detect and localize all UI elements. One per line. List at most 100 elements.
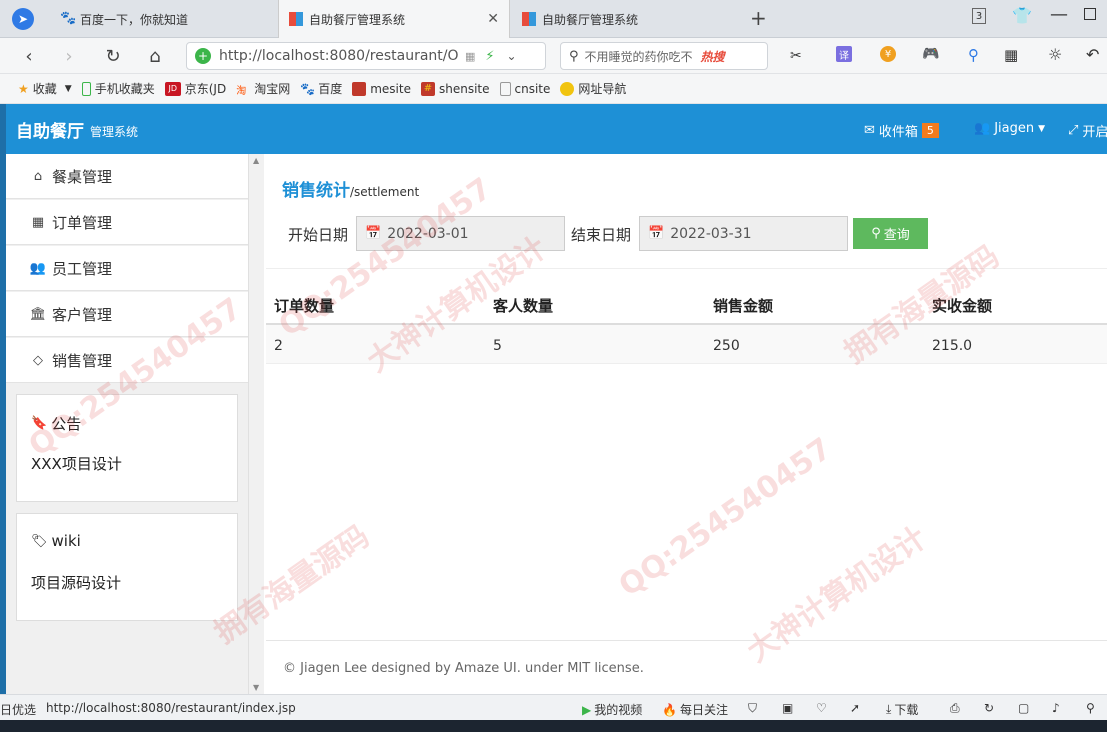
- lightning-icon[interactable]: ⚡: [485, 49, 494, 64]
- bookmark-nav[interactable]: 网址导航: [560, 80, 626, 97]
- tab-count-badge[interactable]: 3: [972, 8, 986, 24]
- volume-icon[interactable]: ♪: [1052, 701, 1060, 715]
- page-title: 销售统计 /settlement: [282, 176, 419, 201]
- sidebar-item-staff[interactable]: 👥 员工管理: [6, 246, 248, 291]
- sidebar-scrollbar[interactable]: ▲ ▼: [248, 154, 264, 694]
- wiki-title: 🏷 wiki: [31, 532, 81, 550]
- apps-grid-icon[interactable]: ▦: [1004, 46, 1018, 64]
- bookmark-taobao[interactable]: 淘 淘宝网: [236, 80, 290, 97]
- page-title-main: 销售统计: [282, 181, 350, 201]
- sidebar-item-customers[interactable]: 🏛 客户管理: [6, 292, 248, 337]
- reload-button[interactable]: ↻: [100, 44, 126, 68]
- notice-title: 🔖 公告: [31, 413, 81, 434]
- bookmark-shensite[interactable]: # shensite: [420, 81, 490, 96]
- bookmark-favorites[interactable]: ★ 收藏 ▼: [18, 80, 72, 97]
- print-icon[interactable]: ⎙: [950, 701, 960, 716]
- image-icon[interactable]: ▣: [782, 701, 793, 715]
- user-menu[interactable]: 👥 Jiagen ▼: [974, 121, 1045, 136]
- new-tab-button[interactable]: +: [750, 6, 767, 30]
- sidebar-item-sales[interactable]: ◇ 销售管理: [6, 338, 248, 383]
- scissors-icon[interactable]: ✂: [790, 48, 802, 64]
- rocket-icon[interactable]: ➚: [850, 701, 860, 715]
- table-header: 实收金额: [932, 297, 993, 315]
- fire-icon: 🔥: [662, 702, 677, 717]
- game-icon[interactable]: 🎮: [922, 46, 939, 62]
- start-date-field[interactable]: 📅 2022-03-01: [356, 216, 565, 251]
- wiki-body: 项目源码设计: [31, 574, 122, 592]
- inbox-count-badge: 5: [921, 123, 939, 138]
- search-box[interactable]: ⚲ 不用睡觉的药你吃不 热搜: [560, 42, 768, 70]
- chevron-down-icon[interactable]: ⌄: [507, 49, 517, 63]
- query-label: 查询: [883, 228, 910, 243]
- wiki-title-text: wiki: [51, 532, 81, 550]
- daily-follow[interactable]: 🔥 每日关注: [662, 701, 728, 718]
- inbox-link[interactable]: ✉ 收件箱 5: [864, 121, 939, 140]
- bookmark-jd[interactable]: JD 京东(JD: [164, 80, 227, 97]
- users-icon: 👥: [974, 121, 991, 136]
- table-cell: 250: [713, 338, 740, 354]
- bookmark-label: cnsite: [514, 81, 551, 96]
- play-icon: ▶: [582, 702, 592, 717]
- close-tab-icon[interactable]: ✕: [487, 11, 499, 27]
- bookmark-mobile[interactable]: 手机收藏夹: [81, 80, 155, 97]
- sidebar-item-orders[interactable]: ▦ 订单管理: [6, 200, 248, 245]
- download-link[interactable]: ⤓ 下载: [886, 701, 918, 718]
- home-button[interactable]: ⌂: [142, 44, 168, 68]
- qr-icon[interactable]: ▦: [465, 50, 475, 63]
- bookmark-label: 京东(JD: [184, 82, 227, 96]
- tab-restaurant-active[interactable]: 自助餐厅管理系统 ✕: [278, 0, 510, 38]
- window-icon[interactable]: ▢: [1018, 701, 1029, 715]
- my-videos[interactable]: ▶ 我的视频: [582, 701, 642, 718]
- coin-icon[interactable]: ¥: [880, 46, 896, 62]
- bookmark-icon: 🔖: [31, 416, 48, 431]
- browser-address-bar: ‹ › ↻ ⌂ + http://localhost:8080/restaura…: [0, 38, 1107, 74]
- mesite-icon: [352, 81, 367, 96]
- end-date-field[interactable]: 📅 2022-03-31: [639, 216, 848, 251]
- brightness-icon[interactable]: ☼: [1048, 45, 1062, 64]
- query-button[interactable]: ⚲ 查询: [853, 218, 928, 249]
- bookmark-cnsite[interactable]: cnsite: [499, 81, 551, 96]
- table-row: [266, 325, 1107, 364]
- sidebar-item-tables[interactable]: ⌂ 餐桌管理: [6, 154, 248, 199]
- refresh-icon[interactable]: ↻: [984, 701, 994, 715]
- baidu-paw-icon: 🐾: [60, 11, 77, 26]
- back-button[interactable]: ‹: [16, 44, 42, 68]
- search-placeholder: 不用睡觉的药你吃不: [584, 49, 693, 64]
- main-content: 销售统计 /settlement 开始日期 📅 2022-03-01 结束日期 …: [266, 154, 1107, 694]
- tag-icon: 🏷: [31, 533, 48, 549]
- heart-icon[interactable]: ♡: [816, 701, 827, 715]
- zoom-icon[interactable]: ⚲: [968, 46, 979, 64]
- undo-icon[interactable]: ↶: [1086, 45, 1099, 64]
- sidebar-item-label: 销售管理: [52, 351, 113, 370]
- sidebar-item-label: 员工管理: [52, 259, 113, 278]
- translate-icon[interactable]: 译: [836, 46, 852, 62]
- jd-logo-icon: JD: [164, 81, 181, 96]
- divider: [266, 268, 1107, 269]
- expand-icon: ⤢: [1068, 123, 1079, 138]
- tab-baidu[interactable]: 🐾 百度一下，你就知道: [50, 0, 276, 38]
- brand-title[interactable]: 自助餐厅: [16, 117, 84, 142]
- page-title-sub: /settlement: [350, 185, 420, 199]
- sidebar-item-label: 订单管理: [52, 213, 113, 232]
- browser-logo-icon[interactable]: ➤: [12, 8, 34, 30]
- minimize-icon[interactable]: —: [1050, 4, 1068, 25]
- tab-restaurant[interactable]: 自助餐厅管理系统: [512, 0, 742, 38]
- bookmarks-bar: ★ 收藏 ▼ 手机收藏夹 JD 京东(JD 淘 淘宝网 🐾 百度 mesite …: [0, 74, 1107, 104]
- tab-label: 百度一下，你就知道: [80, 12, 189, 27]
- scroll-down-icon[interactable]: ▼: [253, 683, 259, 692]
- table-cell: 215.0: [932, 338, 973, 354]
- fullscreen-link[interactable]: ⤢ 开启: [1068, 121, 1107, 140]
- status-left-label[interactable]: 日优选: [0, 701, 36, 718]
- scroll-up-icon[interactable]: ▲: [253, 156, 259, 165]
- shield-icon[interactable]: ⛉: [748, 701, 757, 716]
- bookmark-baidu[interactable]: 🐾 百度: [300, 80, 342, 97]
- bookmark-mesite[interactable]: mesite: [352, 81, 411, 96]
- shirt-icon[interactable]: 👕: [1012, 6, 1032, 25]
- search-icon[interactable]: ⚲: [1086, 701, 1095, 715]
- calendar-icon: 📅: [365, 226, 382, 241]
- forward-button[interactable]: ›: [56, 44, 82, 68]
- maximize-icon[interactable]: [1084, 8, 1096, 20]
- url-field[interactable]: + http://localhost:8080/restaurant/Or ▦ …: [186, 42, 546, 70]
- calendar-icon: 📅: [648, 226, 665, 241]
- table-icon: ▦: [31, 214, 45, 230]
